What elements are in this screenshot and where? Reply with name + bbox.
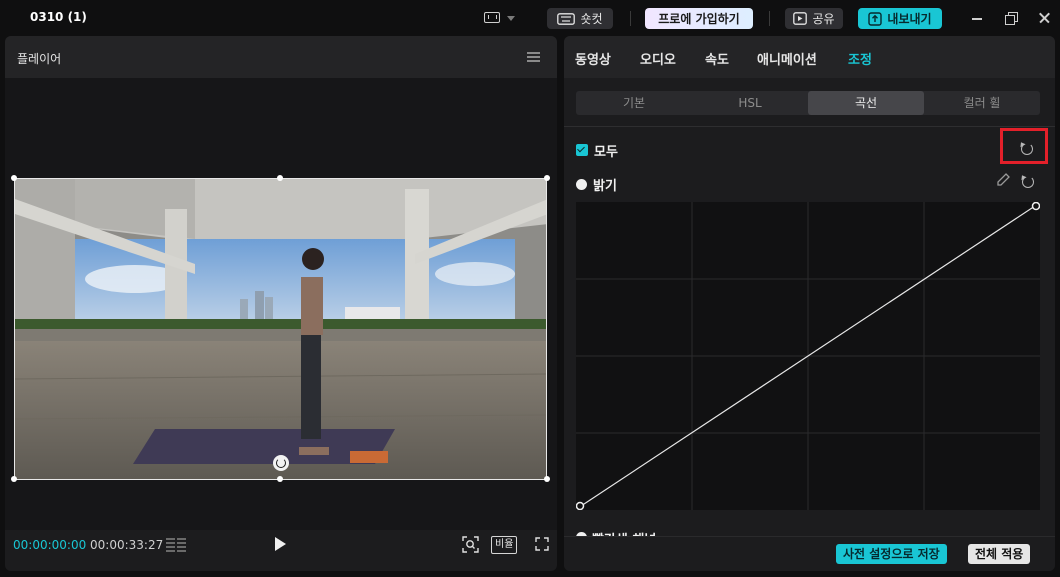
fullscreen-icon[interactable] bbox=[535, 537, 549, 551]
title-bar: 0310 (1) 숏컷 프로에 가입하기 공유 내보내기 bbox=[0, 0, 1060, 36]
player-panel: 플레이어 00:00:00:00 00:00:33:27 비율 bbox=[5, 36, 557, 571]
zoom-fit-icon[interactable] bbox=[462, 536, 479, 553]
aspect-ratio-button[interactable]: 비율 bbox=[491, 536, 518, 554]
layout-menu-button[interactable] bbox=[482, 9, 518, 27]
all-checkbox[interactable] bbox=[576, 144, 588, 156]
share-label: 공유 bbox=[812, 12, 835, 26]
share-button[interactable]: 공유 bbox=[785, 8, 843, 29]
reset-brightness-icon[interactable] bbox=[1022, 176, 1034, 188]
join-pro-button[interactable]: 프로에 가입하기 bbox=[645, 8, 753, 29]
hamburger-menu-icon[interactable] bbox=[527, 52, 540, 62]
player-header: 플레이어 bbox=[5, 36, 557, 78]
tab-speed[interactable]: 속도 bbox=[705, 49, 729, 68]
restore-icon[interactable] bbox=[1002, 9, 1020, 27]
minimize-icon[interactable] bbox=[968, 9, 986, 27]
export-icon bbox=[868, 11, 883, 26]
crop-handle[interactable] bbox=[11, 476, 17, 482]
shortcut-label: 숏컷 bbox=[580, 12, 603, 26]
export-button[interactable]: 내보내기 bbox=[858, 8, 942, 29]
inspector-footer: 사전 설정으로 저장 전체 적용 bbox=[564, 536, 1055, 571]
subtab-color-wheel[interactable]: 컬러 휠 bbox=[924, 91, 1040, 115]
all-curves-toggle[interactable]: 모두 bbox=[576, 140, 618, 160]
tab-adjust[interactable]: 조정 bbox=[848, 49, 872, 68]
inspector-panel: 동영상 오디오 속도 애니메이션 조정 기본 HSL 곡선 컬러 휠 모두 밝기 bbox=[564, 36, 1055, 571]
toolbar-divider bbox=[630, 11, 631, 26]
rotate-icon[interactable] bbox=[273, 455, 289, 471]
tab-animation[interactable]: 애니메이션 bbox=[757, 49, 817, 68]
crop-handle[interactable] bbox=[544, 476, 550, 482]
brightness-label: 밝기 bbox=[593, 178, 617, 194]
tab-audio[interactable]: 오디오 bbox=[640, 49, 676, 68]
timeline-list-icon[interactable] bbox=[166, 537, 188, 553]
video-preview[interactable] bbox=[14, 178, 547, 480]
crop-handle[interactable] bbox=[277, 175, 283, 181]
shortcut-button[interactable]: 숏컷 bbox=[547, 8, 613, 29]
brightness-radio[interactable] bbox=[576, 178, 587, 190]
crop-handle[interactable] bbox=[544, 175, 550, 181]
brightness-channel-row[interactable]: 밝기 bbox=[576, 174, 617, 194]
curve-control-point[interactable] bbox=[1031, 201, 1041, 211]
crop-handle[interactable] bbox=[11, 175, 17, 181]
curve-graph[interactable] bbox=[575, 201, 1041, 511]
subtab-hsl[interactable]: HSL bbox=[692, 91, 808, 115]
join-pro-label: 프로에 가입하기 bbox=[658, 12, 740, 26]
close-icon[interactable] bbox=[1035, 9, 1053, 27]
curve-editor[interactable] bbox=[575, 201, 1041, 511]
crop-handle[interactable] bbox=[277, 476, 283, 482]
export-label: 내보내기 bbox=[887, 12, 932, 26]
apply-all-button[interactable]: 전체 적용 bbox=[968, 544, 1031, 564]
toolbar-divider bbox=[769, 11, 770, 26]
layout-icon bbox=[484, 12, 500, 23]
eyedropper-icon[interactable] bbox=[995, 172, 1011, 188]
adjust-subtabs: 기본 HSL 곡선 컬러 휠 bbox=[576, 91, 1040, 115]
chevron-down-icon bbox=[507, 16, 515, 21]
video-frame-image bbox=[15, 179, 546, 479]
section-divider bbox=[564, 126, 1055, 127]
inspector-tabs: 동영상 오디오 속도 애니메이션 조정 bbox=[564, 36, 1055, 78]
save-preset-button[interactable]: 사전 설정으로 저장 bbox=[836, 544, 947, 564]
keyboard-icon bbox=[557, 12, 576, 25]
play-icon[interactable] bbox=[275, 537, 286, 551]
curve-control-point[interactable] bbox=[575, 501, 585, 511]
player-title: 플레이어 bbox=[17, 52, 62, 66]
reset-all-icon[interactable] bbox=[1021, 143, 1033, 155]
current-time: 00:00:00:00 bbox=[13, 538, 87, 552]
subtab-basic[interactable]: 기본 bbox=[576, 91, 692, 115]
share-play-icon bbox=[793, 12, 808, 25]
project-title: 0310 (1) bbox=[30, 10, 87, 24]
subtab-curves[interactable]: 곡선 bbox=[808, 91, 924, 115]
total-duration: 00:00:33:27 bbox=[90, 538, 164, 552]
all-label: 모두 bbox=[594, 144, 618, 160]
tab-video[interactable]: 동영상 bbox=[575, 49, 611, 68]
